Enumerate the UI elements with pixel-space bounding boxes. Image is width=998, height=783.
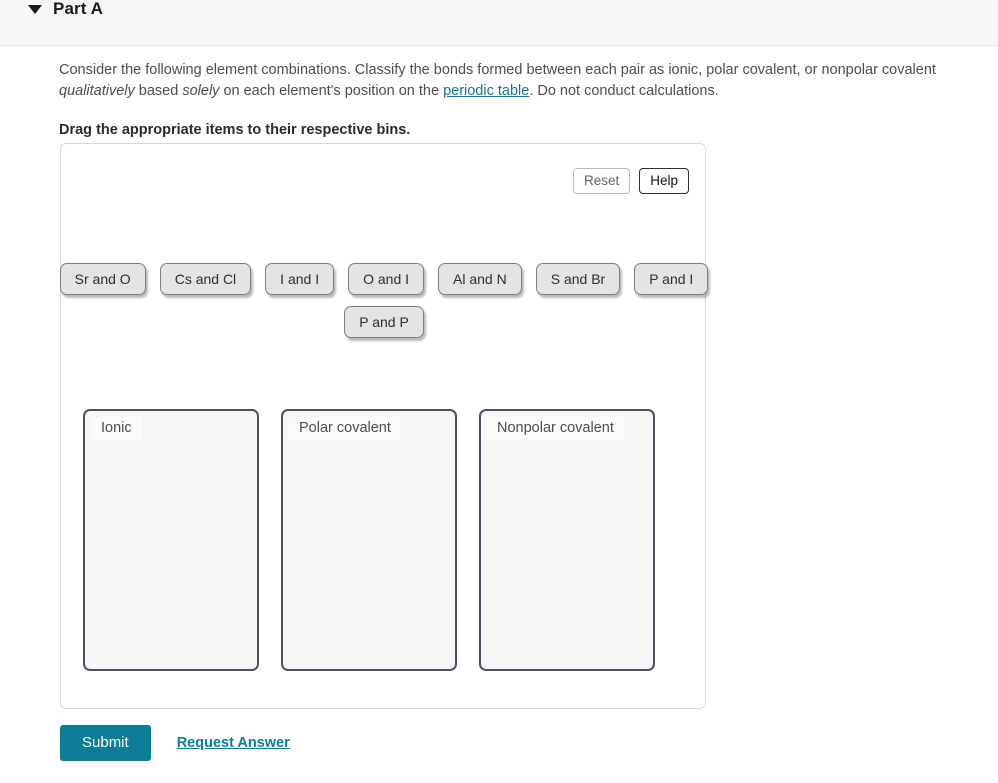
prompt-italic-qualitatively: qualitatively — [59, 83, 135, 99]
help-button[interactable]: Help — [639, 168, 689, 194]
request-answer-link[interactable]: Request Answer — [177, 735, 290, 751]
page-title: Part A — [53, 0, 104, 18]
drag-drop-panel: Reset Help Sr and O Cs and Cl I and I O … — [59, 143, 709, 709]
bin-drop-area[interactable] — [481, 440, 653, 669]
prompt-italic-solely: solely — [182, 83, 220, 99]
bin-row: Ionic Polar covalent Nonpolar covalent — [83, 409, 687, 671]
prompt-paragraph: Consider the following element combinati… — [59, 60, 981, 102]
prompt-segment-4: . Do not conduct calculations. — [529, 83, 719, 99]
drop-bin-polar-covalent[interactable]: Polar covalent — [281, 409, 457, 671]
draggable-tile[interactable]: I and I — [265, 263, 335, 295]
draggable-tile[interactable]: P and P — [344, 306, 424, 338]
question-body: Consider the following element combinati… — [59, 60, 981, 138]
drop-bin-nonpolar-covalent[interactable]: Nonpolar covalent — [479, 409, 655, 671]
draggable-tile[interactable]: Sr and O — [59, 263, 146, 295]
draggable-tile[interactable]: P and I — [634, 263, 709, 295]
prompt-segment-1: Consider the following element combinati… — [59, 62, 936, 78]
draggable-tile[interactable]: O and I — [348, 263, 425, 295]
dnd-toolbar: Reset Help — [572, 168, 689, 194]
drag-instruction: Drag the appropriate items to their resp… — [59, 122, 411, 138]
draggable-tile[interactable]: Cs and Cl — [159, 263, 252, 295]
tile-row-2: P and P — [61, 306, 707, 338]
bin-label: Polar covalent — [289, 417, 401, 440]
tile-row-1: Sr and O Cs and Cl I and I O and I Al an… — [59, 263, 709, 295]
submit-button[interactable]: Submit — [60, 725, 151, 761]
draggable-tile[interactable]: Al and N — [438, 263, 522, 295]
footer-actions: Submit Request Answer — [60, 725, 290, 761]
part-header-bar: Part A — [0, 0, 998, 46]
bin-drop-area[interactable] — [283, 440, 455, 669]
draggable-item-tray: Sr and O Cs and Cl I and I O and I Al an… — [59, 263, 709, 349]
bin-label: Nonpolar covalent — [487, 417, 624, 440]
prompt-segment-3: on each element's position on the — [219, 83, 444, 99]
prompt-segment-2: based — [134, 83, 183, 99]
drop-bin-ionic[interactable]: Ionic — [83, 409, 259, 671]
reset-button[interactable]: Reset — [572, 168, 631, 194]
bin-drop-area[interactable] — [85, 440, 257, 669]
bin-label: Ionic — [91, 417, 142, 440]
periodic-table-link[interactable]: periodic table — [443, 83, 529, 99]
triangle-down-icon[interactable] — [28, 4, 42, 14]
draggable-tile[interactable]: S and Br — [535, 263, 621, 295]
